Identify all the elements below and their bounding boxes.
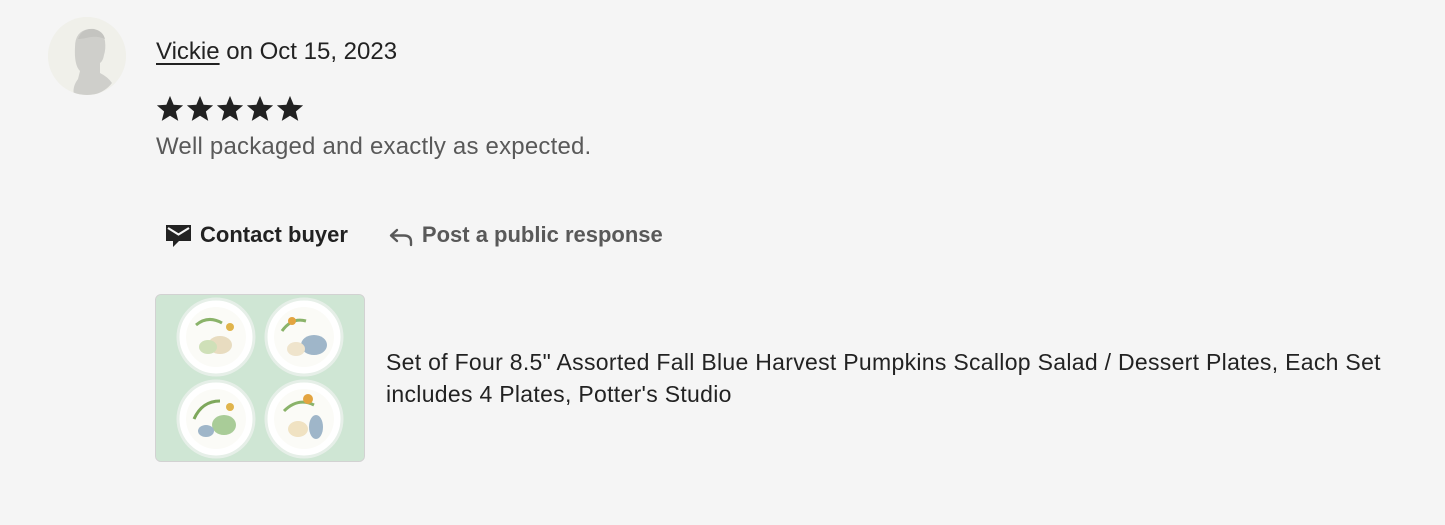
- star-icon: [186, 95, 214, 121]
- review-date: Oct 15, 2023: [259, 38, 398, 65]
- review-actions: Contact buyer Post a public response: [165, 217, 663, 253]
- user-avatar[interactable]: [48, 17, 126, 95]
- date-prefix: on: [226, 38, 253, 65]
- star-icon: [276, 95, 304, 121]
- post-public-response-button[interactable]: Post a public response: [388, 222, 663, 248]
- contact-buyer-label: Contact buyer: [200, 222, 348, 247]
- envelope-icon: [166, 225, 191, 247]
- star-icon: [216, 95, 244, 121]
- star-icon: [156, 95, 184, 121]
- review-card: Vickie on Oct 15, 2023 Well packaged and…: [0, 0, 1445, 525]
- pumpkin-plates-thumbnail: [156, 295, 364, 461]
- star-rating: [155, 94, 305, 124]
- default-user-avatar-icon: [48, 17, 126, 95]
- contact-buyer-button[interactable]: Contact buyer: [165, 222, 348, 248]
- purchased-item: Set of Four 8.5" Assorted Fall Blue Harv…: [155, 294, 1416, 462]
- post-public-response-label: Post a public response: [421, 222, 663, 247]
- star-icon: [246, 95, 274, 121]
- product-thumbnail[interactable]: [155, 294, 365, 462]
- review-text: Well packaged and exactly as expected.: [156, 133, 592, 160]
- reviewer-name-link[interactable]: Vickie: [156, 38, 220, 65]
- review-header: Vickie on Oct 15, 2023: [156, 36, 397, 68]
- product-title-link[interactable]: Set of Four 8.5" Assorted Fall Blue Harv…: [386, 346, 1416, 410]
- reply-arrow-icon: [389, 228, 413, 247]
